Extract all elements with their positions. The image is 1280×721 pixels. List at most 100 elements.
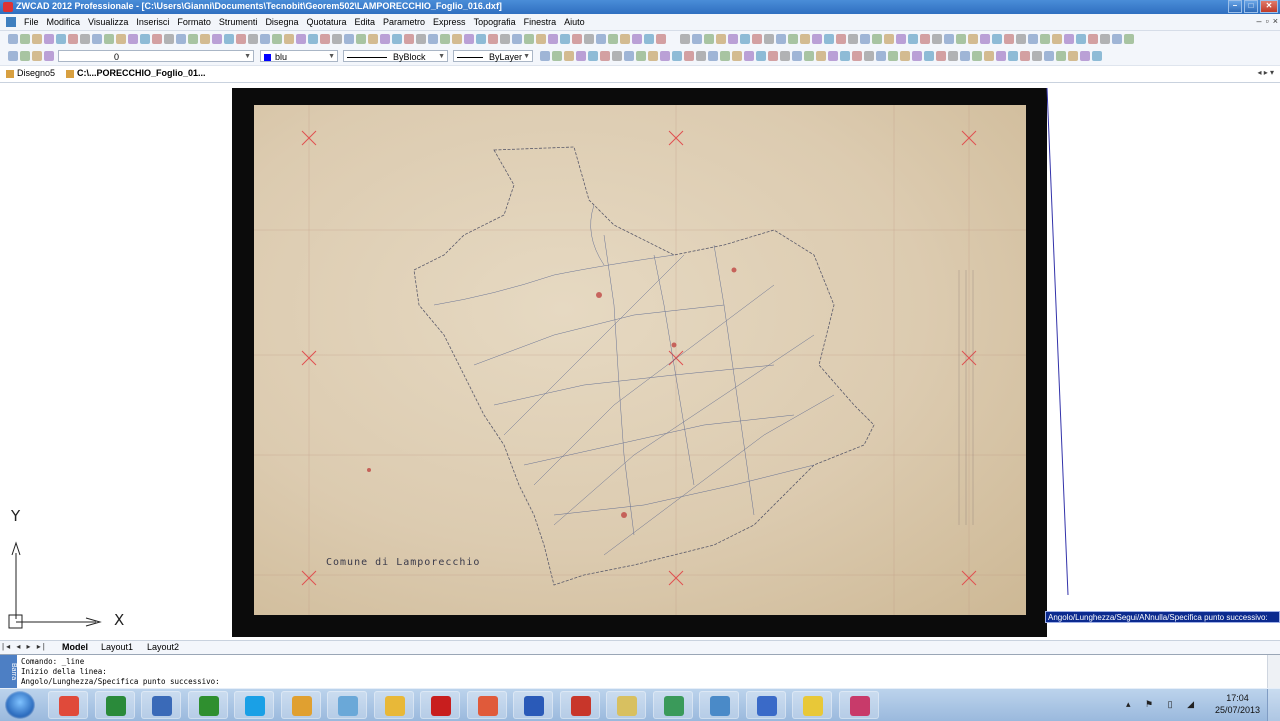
toolbar-tool-icon[interactable] — [572, 34, 582, 44]
toolbar-tool-icon[interactable] — [44, 34, 54, 44]
system-tray[interactable]: ▴ ⚑ ▯ ◢ — [1126, 699, 1200, 710]
toolbar-tool-icon[interactable] — [900, 51, 910, 61]
menu-express[interactable]: Express — [431, 17, 472, 27]
toolbar-tool-icon[interactable] — [764, 34, 774, 44]
drawing-canvas[interactable]: Comune di Lamporecchio Y X — [0, 83, 1280, 639]
toolbar-tool-icon[interactable] — [188, 34, 198, 44]
toolbar-tool-icon[interactable] — [632, 34, 642, 44]
toolbar-tool-icon[interactable] — [840, 51, 850, 61]
toolbar-tool-icon[interactable] — [1016, 34, 1026, 44]
toolbar-tool-icon[interactable] — [636, 51, 646, 61]
tab-layout1[interactable]: Layout1 — [101, 642, 133, 652]
tab-navigation[interactable]: ◂ ▸ ▾ — [1258, 68, 1275, 77]
toolbar-tool-icon[interactable] — [704, 34, 714, 44]
toolbar-tool-icon[interactable] — [1004, 34, 1014, 44]
toolbar-tool-icon[interactable] — [1056, 51, 1066, 61]
clock[interactable]: 17:04 25/07/2013 — [1215, 692, 1260, 716]
toolbar-tool-icon[interactable] — [8, 51, 18, 61]
toolbar-tool-icon[interactable] — [828, 51, 838, 61]
doc-tab-disegno5[interactable]: Disegno5 — [6, 68, 55, 78]
show-desktop-button[interactable] — [1267, 689, 1280, 721]
toolbar-tool-icon[interactable] — [92, 34, 102, 44]
toolbar-tool-icon[interactable] — [8, 34, 18, 44]
toolbar-tool-icon[interactable] — [584, 34, 594, 44]
menu-modifica[interactable]: Modifica — [45, 17, 87, 27]
toolbar-tool-icon[interactable] — [672, 51, 682, 61]
taskbar-app[interactable] — [699, 691, 739, 719]
menu-topografia[interactable]: Topografia — [472, 17, 522, 27]
toolbar-tool-icon[interactable] — [440, 34, 450, 44]
toolbar-tool-icon[interactable] — [992, 34, 1002, 44]
taskbar-app[interactable] — [606, 691, 646, 719]
toolbar-tool-icon[interactable] — [344, 34, 354, 44]
doc-close-button[interactable]: × — [1273, 16, 1278, 26]
toolbar-tool-icon[interactable] — [476, 34, 486, 44]
layer-dropdown[interactable]: 0 ▼ — [58, 50, 254, 62]
toolbar-tool-icon[interactable] — [1040, 34, 1050, 44]
toolbar-tool-icon[interactable] — [404, 34, 414, 44]
toolbar-tool-icon[interactable] — [560, 34, 570, 44]
taskbar-app[interactable] — [466, 691, 507, 719]
toolbar-tool-icon[interactable] — [660, 51, 670, 61]
toolbar-tool-icon[interactable] — [872, 34, 882, 44]
menu-visualizza[interactable]: Visualizza — [86, 17, 134, 27]
doc-restore-button[interactable]: ▫ — [1266, 16, 1269, 26]
toolbar-tool-icon[interactable] — [804, 51, 814, 61]
menu-quotatura[interactable]: Quotatura — [304, 17, 352, 27]
toolbar-tool-icon[interactable] — [944, 34, 954, 44]
toolbar-tool-icon[interactable] — [500, 34, 510, 44]
taskbar-app[interactable] — [280, 691, 321, 719]
toolbar-tool-icon[interactable] — [128, 34, 138, 44]
toolbar-tool-icon[interactable] — [296, 34, 306, 44]
taskbar-app[interactable] — [745, 691, 786, 719]
doc-minimize-button[interactable]: – — [1257, 16, 1262, 26]
toolbar-tool-icon[interactable] — [464, 34, 474, 44]
toolbar-tool-icon[interactable] — [876, 51, 886, 61]
taskbar-app[interactable] — [513, 691, 553, 719]
toolbar-tool-icon[interactable] — [720, 51, 730, 61]
toolbar-tool-icon[interactable] — [200, 34, 210, 44]
toolbar-tool-icon[interactable] — [788, 34, 798, 44]
toolbar-tool-icon[interactable] — [1112, 34, 1122, 44]
toolbar-tool-icon[interactable] — [864, 51, 874, 61]
toolbar-tool-icon[interactable] — [32, 34, 42, 44]
toolbar-tool-icon[interactable] — [984, 51, 994, 61]
toolbar-tool-icon[interactable] — [932, 34, 942, 44]
command-scrollbar[interactable] — [1267, 655, 1280, 689]
toolbar-tool-icon[interactable] — [816, 51, 826, 61]
toolbar-tool-icon[interactable] — [32, 51, 42, 61]
toolbar-tool-icon[interactable] — [1028, 34, 1038, 44]
taskbar-app[interactable] — [420, 691, 460, 719]
toolbar-tool-icon[interactable] — [836, 34, 846, 44]
toolbar-tool-icon[interactable] — [768, 51, 778, 61]
doc-tab-lamporecchio[interactable]: C:\...PORECCHIO_Foglio_01... — [66, 68, 206, 78]
color-dropdown[interactable]: blu ▼ — [260, 50, 338, 62]
taskbar-app[interactable] — [141, 691, 181, 719]
taskbar-app[interactable] — [187, 691, 228, 719]
toolbar-tool-icon[interactable] — [1008, 51, 1018, 61]
tab-layout2[interactable]: Layout2 — [147, 642, 179, 652]
menu-strumenti[interactable]: Strumenti — [217, 17, 264, 27]
toolbar-tool-icon[interactable] — [752, 34, 762, 44]
toolbar-tool-icon[interactable] — [540, 51, 550, 61]
toolbar-tool-icon[interactable] — [80, 34, 90, 44]
toolbar-tool-icon[interactable] — [924, 51, 934, 61]
toolbar-tool-icon[interactable] — [56, 34, 66, 44]
toolbar-tool-icon[interactable] — [176, 34, 186, 44]
menu-file[interactable]: File — [22, 17, 45, 27]
toolbar-tool-icon[interactable] — [368, 34, 378, 44]
toolbar-tool-icon[interactable] — [552, 51, 562, 61]
toolbar-tool-icon[interactable] — [824, 34, 834, 44]
zwcad-app-icon[interactable] — [3, 2, 13, 12]
toolbar-tool-icon[interactable] — [708, 51, 718, 61]
toolbar-tool-icon[interactable] — [648, 51, 658, 61]
close-button[interactable]: ✕ — [1260, 0, 1278, 13]
menu-edita[interactable]: Edita — [353, 17, 382, 27]
toolbar-tool-icon[interactable] — [320, 34, 330, 44]
toolbar-tool-icon[interactable] — [512, 34, 522, 44]
toolbar-tool-icon[interactable] — [620, 34, 630, 44]
toolbar-tool-icon[interactable] — [800, 34, 810, 44]
taskbar-app[interactable] — [327, 691, 367, 719]
toolbar-tool-icon[interactable] — [380, 34, 390, 44]
toolbar-tool-icon[interactable] — [248, 34, 258, 44]
